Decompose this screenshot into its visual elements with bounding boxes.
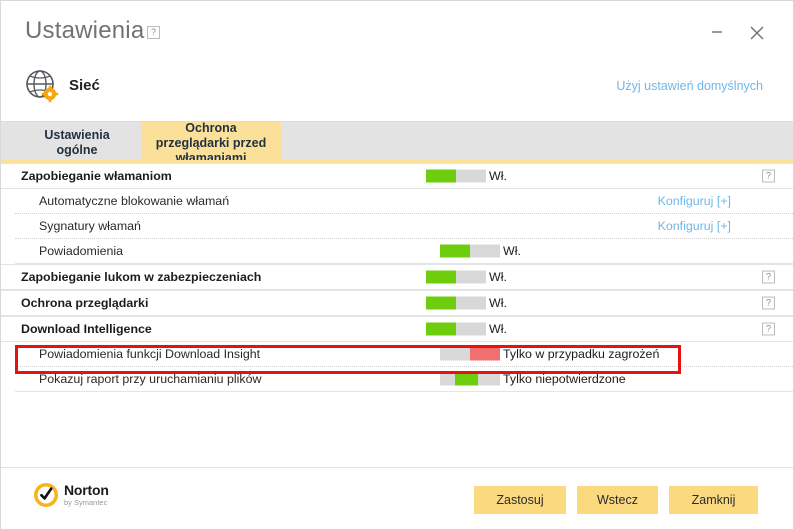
minimize-icon — [712, 31, 722, 33]
row-label: Powiadomienia — [39, 244, 124, 258]
row-show-report-on-file-launch[interactable]: Pokazuj raport przy uruchamianiu plików … — [15, 367, 793, 392]
row-state-text: Wł. — [489, 169, 507, 183]
row-state-text: Wł. — [503, 244, 521, 258]
row-label: Zapobieganie lukom w zabezpieczeniach — [21, 270, 262, 284]
settings-window: Ustawienia ? Sieć Użyj ustawień domyślny… — [0, 0, 794, 530]
row-intrusion-signatures[interactable]: Sygnatury włamań Konfiguruj [+] — [15, 214, 793, 239]
toggle-intrusion-prevention[interactable] — [426, 169, 486, 183]
configure-link[interactable]: Konfiguruj [+] — [658, 219, 731, 233]
toggle-knob — [440, 244, 470, 258]
apply-button[interactable]: Zastosuj — [474, 486, 566, 514]
row-state-text: Wł. — [489, 296, 507, 310]
row-label: Ochrona przeglądarki — [21, 296, 149, 310]
row-label: Download Intelligence — [21, 322, 152, 336]
row-help-icon[interactable]: ? — [762, 169, 775, 183]
row-help-icon[interactable]: ? — [762, 296, 775, 310]
settings-category-header: Sieć Użyj ustawień domyślnych — [1, 63, 793, 121]
row-state-text: Wł. — [489, 270, 507, 284]
minimize-button[interactable] — [701, 17, 733, 49]
row-state-text: Tylko niepotwierdzone — [503, 372, 626, 386]
row-intrusion-prevention[interactable]: Zapobieganie włamaniom Wł. ? — [1, 163, 793, 189]
row-download-insight-notifications[interactable]: Powiadomienia funkcji Download Insight T… — [15, 342, 793, 367]
row-label: Sygnatury włamań — [39, 219, 141, 233]
row-browser-protection[interactable]: Ochrona przeglądarki Wł. ? — [1, 290, 793, 316]
norton-check-icon — [34, 483, 58, 507]
tab-general-settings[interactable]: Ustawienia ogólne — [15, 122, 139, 164]
norton-logo: Norton by Symantec — [33, 482, 109, 508]
row-label: Pokazuj raport przy uruchamianiu plików — [39, 372, 262, 386]
toggle-download-intelligence[interactable] — [426, 322, 486, 336]
row-state-text: Tylko w przypadku zagrożeń — [503, 347, 660, 361]
row-help-icon[interactable]: ? — [762, 270, 775, 284]
toggle-knob — [426, 169, 456, 183]
tab-bar: Ustawienia ogólne Ochrona przeglądarki p… — [1, 121, 793, 165]
toggle-notifications[interactable] — [440, 244, 500, 258]
title-bar: Ustawienia ? — [1, 1, 793, 63]
use-default-settings-link[interactable]: Użyj ustawień domyślnych — [616, 79, 763, 93]
toggle-browser-protection[interactable] — [426, 296, 486, 310]
title-help-icon[interactable]: ? — [147, 26, 160, 39]
settings-category-label: Sieć — [69, 77, 100, 94]
row-download-intelligence[interactable]: Download Intelligence Wł. ? — [1, 316, 793, 342]
toggle-show-report-on-file-launch[interactable] — [440, 372, 500, 386]
row-vulnerability-protection[interactable]: Zapobieganie lukom w zabezpieczeniach Wł… — [1, 264, 793, 290]
close-icon — [750, 26, 764, 40]
row-label: Powiadomienia funkcji Download Insight — [39, 347, 261, 361]
close-button[interactable] — [741, 17, 773, 49]
globe-settings-icon — [23, 67, 61, 105]
row-label: Zapobieganie włamaniom — [21, 169, 172, 183]
norton-logo-subtitle: by Symantec — [64, 498, 108, 508]
toggle-knob — [426, 296, 456, 310]
toggle-knob — [426, 322, 456, 336]
norton-logo-name: Norton — [64, 482, 109, 499]
toggle-knob — [455, 372, 478, 386]
toggle-download-insight-notifications[interactable] — [440, 347, 500, 361]
configure-link[interactable]: Konfiguruj [+] — [658, 194, 731, 208]
tab-browser-intrusion-protection[interactable]: Ochrona przeglądarki przed włamaniami — [141, 121, 281, 165]
row-notifications[interactable]: Powiadomienia Wł. — [15, 239, 793, 264]
row-state-text: Wł. — [489, 322, 507, 336]
page-title: Ustawienia — [25, 17, 145, 44]
toggle-knob — [426, 270, 456, 284]
settings-rows: Zapobieganie włamaniom Wł. ? Automatyczn… — [1, 163, 793, 392]
row-automatic-intrusion-blocking[interactable]: Automatyczne blokowanie włamań Konfiguru… — [15, 189, 793, 214]
back-button[interactable]: Wstecz — [577, 486, 658, 514]
toggle-vulnerability-protection[interactable] — [426, 270, 486, 284]
close-dialog-button[interactable]: Zamknij — [669, 486, 758, 514]
row-label: Automatyczne blokowanie włamań — [39, 194, 230, 208]
toggle-knob — [470, 347, 500, 361]
row-help-icon[interactable]: ? — [762, 322, 775, 336]
